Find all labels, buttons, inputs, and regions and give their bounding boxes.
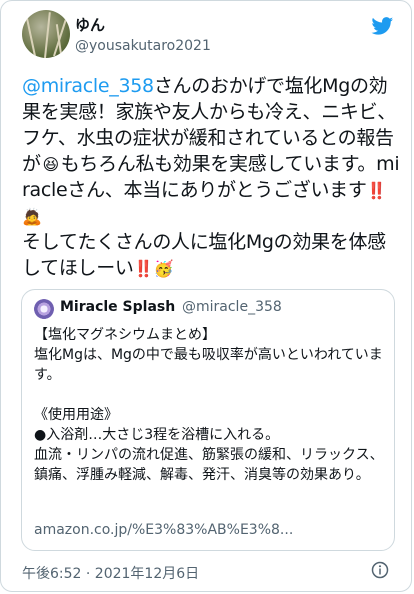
- quoted-author-avatar[interactable]: [34, 299, 54, 319]
- partying-face-emoji: 🥳: [153, 258, 174, 278]
- author-avatar[interactable]: [22, 10, 70, 58]
- tweet-text-segment: もちろん私も効果を実感しています。miracleさん、本当にありがとうございます: [22, 153, 400, 201]
- laughing-face-emoji: 😆: [42, 154, 60, 174]
- author-display-name[interactable]: ゆん: [75, 14, 105, 35]
- quoted-tweet[interactable]: Miracle Splash @miracle_358 【塩化マグネシウムまとめ…: [21, 289, 395, 551]
- twitter-bird-icon[interactable]: [370, 15, 395, 37]
- tweet-text-segment: そしてたくさんの人に塩化Mgの効果を体感してほしーい: [22, 231, 386, 279]
- author-handle[interactable]: @yousakutaro2021: [75, 38, 211, 54]
- bowing-person-emoji: 🙇: [22, 206, 42, 226]
- quoted-tweet-text: 【塩化マグネシウムまとめ】 塩化Mgは、Mgの中で最も吸収率が高いといわれていま…: [34, 327, 384, 483]
- tweet-body: @miracle_358さんのおかげで塩化Mgの効果を実感！家族や友人からも冷え…: [22, 73, 400, 281]
- quoted-tweet-link[interactable]: amazon.co.jp/%E3%83%AB%E3%8...: [34, 522, 293, 538]
- double-exclamation-emoji: ‼️: [366, 180, 387, 200]
- tweet-card: ゆん @yousakutaro2021 @miracle_358さんのおかげで塩…: [0, 0, 412, 592]
- mention-link[interactable]: @miracle_358: [22, 75, 154, 97]
- info-icon[interactable]: [371, 561, 389, 579]
- quoted-author-name[interactable]: Miracle Splash: [60, 299, 175, 315]
- double-exclamation-emoji: ‼️: [133, 258, 154, 278]
- quoted-author-handle[interactable]: @miracle_358: [182, 299, 282, 315]
- tweet-timestamp[interactable]: 午後6:52 · 2021年12月6日: [22, 563, 199, 583]
